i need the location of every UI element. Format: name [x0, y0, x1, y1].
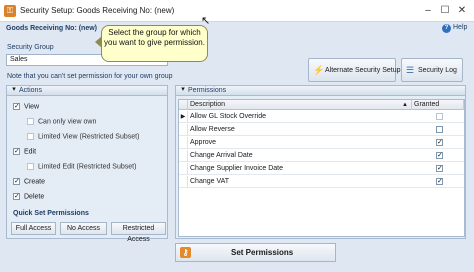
row-description: Allow GL Stock Override [190, 113, 266, 120]
full-access-button[interactable]: Full Access [11, 222, 56, 235]
checkbox-delete-label: Delete [24, 193, 45, 201]
row-indicator [179, 163, 188, 175]
grid-header: Description ▲ Granted [179, 100, 464, 110]
title-bar: ⚿ Security Setup: Goods Receiving No: (n… [0, 0, 474, 22]
help-icon: ? [442, 24, 451, 33]
row-indicator-header [179, 100, 188, 110]
lightning-icon: ⚡ [313, 65, 325, 75]
checkbox-create[interactable]: ✓ Create [13, 178, 45, 186]
security-log-label: Security Log [418, 67, 457, 74]
maximize-button[interactable]: ☐ [437, 3, 453, 19]
checkbox-limited-edit-box[interactable] [27, 163, 34, 170]
permissions-title: Permissions [188, 87, 227, 94]
actions-collapse-icon[interactable]: ▾ [11, 86, 17, 94]
table-row[interactable]: Allow Reverse [179, 124, 464, 136]
actions-panel-header: ▾ Actions [7, 86, 167, 96]
set-permissions-button[interactable]: ⚷ Set Permissions [175, 243, 336, 262]
alternate-security-setup-label: Alternate Security Setup [325, 67, 401, 74]
close-button[interactable]: ✕ [454, 3, 470, 19]
window-title: Security Setup: Goods Receiving No: (new… [20, 6, 175, 15]
security-log-button[interactable]: ☰ Security Log [401, 58, 463, 82]
permissions-collapse-icon[interactable]: ▾ [180, 86, 186, 94]
actions-panel: ▾ Actions ✓ View Can only view own Limited… [6, 85, 168, 243]
permissions-panel: ▾ Permissions Description ▲ Granted ▶ All… [175, 85, 466, 239]
restricted-access-button[interactable]: Restricted Access [111, 222, 166, 243]
quick-set-permissions-label: Quick Set Permissions [13, 210, 89, 217]
checkbox-view-box[interactable]: ✓ [13, 103, 20, 110]
row-indicator [179, 124, 188, 136]
row-description: Approve [190, 139, 217, 146]
checkbox-view-label: View [24, 103, 40, 111]
checkbox-edit-label: Edit [24, 148, 37, 156]
row-description: Change VAT [190, 178, 230, 185]
document-header-label: Goods Receiving No: (new) [6, 25, 98, 32]
sort-ascending-icon: ▲ [402, 102, 408, 108]
checkbox-limited-edit-label: Limited Edit (Restricted Subset) [38, 163, 137, 171]
column-header-granted[interactable]: Granted [412, 100, 464, 110]
granted-checkbox[interactable]: ✓ [436, 152, 443, 159]
granted-checkbox[interactable] [436, 113, 443, 120]
row-indicator [179, 137, 188, 149]
checkbox-limited-view-box[interactable] [27, 133, 34, 140]
permissions-grid: Description ▲ Granted ▶ Allow GL Stock O… [178, 99, 465, 237]
help-label: Help [453, 24, 468, 31]
checkbox-edit-box[interactable]: ✓ [13, 148, 20, 155]
checkbox-can-only-view-own-box[interactable] [27, 118, 34, 125]
table-row[interactable]: Change VAT ✓ [179, 176, 464, 188]
security-app-icon: ⚿ [4, 5, 16, 17]
granted-checkbox[interactable]: ✓ [436, 165, 443, 172]
checkbox-delete-box[interactable]: ✓ [13, 193, 20, 200]
checkbox-limited-view[interactable]: Limited View (Restricted Subset) [27, 133, 139, 141]
row-description: Change Arrival Date [190, 152, 253, 159]
row-indicator [179, 150, 188, 162]
column-header-description[interactable]: Description ▲ [188, 100, 412, 110]
row-description: Allow Reverse [190, 126, 235, 133]
alternate-security-setup-button[interactable]: ⚡ Alternate Security Setup [308, 58, 401, 82]
row-description: Change Supplier Invoice Date [190, 165, 284, 172]
checkbox-view[interactable]: ✓ View [13, 103, 39, 111]
granted-checkbox[interactable]: ✓ [436, 139, 443, 146]
checkbox-limited-edit[interactable]: Limited Edit (Restricted Subset) [27, 163, 136, 171]
checkbox-delete[interactable]: ✓ Delete [13, 193, 44, 201]
granted-checkbox[interactable]: ✓ [436, 178, 443, 185]
own-group-note: Note that you can't set permission for y… [7, 73, 173, 80]
hint-tooltip: Select the group for which you want to g… [101, 25, 208, 62]
checkbox-can-only-view-own-label: Can only view own [38, 118, 97, 126]
table-row[interactable]: Change Supplier Invoice Date ✓ [179, 163, 464, 175]
checkbox-create-label: Create [24, 178, 46, 186]
checkbox-create-box[interactable]: ✓ [13, 178, 20, 185]
no-access-button[interactable]: No Access [60, 222, 107, 235]
column-description-label: Description [190, 101, 226, 108]
table-row[interactable]: ▶ Allow GL Stock Override [179, 111, 464, 123]
security-group-label: Security Group [7, 44, 54, 51]
checkbox-can-only-view-own[interactable]: Can only view own [27, 118, 96, 126]
checkbox-edit[interactable]: ✓ Edit [13, 148, 36, 156]
actions-title: Actions [19, 87, 42, 94]
current-row-indicator-icon: ▶ [179, 111, 188, 123]
log-icon: ☰ [406, 65, 415, 75]
table-row[interactable]: Change Arrival Date ✓ [179, 150, 464, 162]
granted-checkbox[interactable] [436, 126, 443, 133]
key-icon: ⚷ [180, 247, 191, 258]
set-permissions-label: Set Permissions [231, 248, 294, 257]
minimize-button[interactable]: – [420, 3, 436, 19]
table-row[interactable]: Approve ✓ [179, 137, 464, 149]
row-indicator [179, 176, 188, 188]
checkbox-limited-view-label: Limited View (Restricted Subset) [38, 133, 140, 141]
help-link[interactable]: ? Help [442, 24, 467, 33]
permissions-panel-header: ▾ Permissions [176, 86, 465, 96]
